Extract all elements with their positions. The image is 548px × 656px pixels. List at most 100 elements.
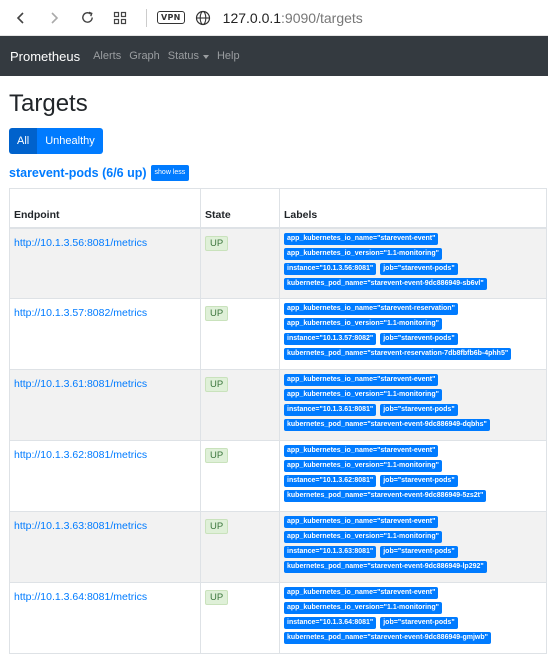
url-port: :9090 — [281, 9, 317, 26]
targets-table: Endpoint State Labels http://10.1.3.56:8… — [9, 188, 547, 654]
label-badge: app_kubernetes_io_name="starevent-reserv… — [284, 303, 458, 315]
endpoint-link[interactable]: http://10.1.3.63:8081/metrics — [14, 520, 147, 532]
nav-alerts[interactable]: Alerts — [93, 50, 121, 62]
col-state: State — [200, 188, 280, 229]
table-row: http://10.1.3.64:8081/metrics UP app_kub… — [9, 582, 547, 654]
targets-body: http://10.1.3.56:8081/metrics UP app_kub… — [9, 227, 547, 654]
state-badge: UP — [205, 377, 229, 392]
label-badge: instance="10.1.3.63:8081" — [284, 546, 377, 558]
top-navbar: Prometheus Alerts Graph Status Help — [0, 36, 548, 76]
endpoint-link[interactable]: http://10.1.3.61:8081/metrics — [14, 378, 147, 390]
label-badge: app_kubernetes_io_name="starevent-event" — [284, 232, 439, 245]
endpoint-cell: http://10.1.3.64:8081/metrics — [9, 582, 201, 654]
state-badge: UP — [205, 590, 229, 605]
toolbar-divider — [146, 8, 147, 27]
nav-help[interactable]: Help — [217, 50, 240, 62]
caret-down-icon — [202, 54, 209, 59]
state-badge: UP — [205, 306, 229, 321]
table-row: http://10.1.3.62:8081/metrics UP app_kub… — [9, 440, 547, 512]
reload-icon[interactable] — [76, 7, 98, 29]
endpoint-cell: http://10.1.3.57:8082/metrics — [9, 298, 201, 370]
label-badge: job="starevent-pods" — [380, 262, 458, 275]
label-badge: app_kubernetes_io_version="1.1-monitorin… — [284, 602, 442, 614]
label-badge: kubernetes_pod_name="starevent-event-9dc… — [284, 277, 487, 290]
forward-icon[interactable] — [43, 7, 65, 29]
label-badge: app_kubernetes_io_version="1.1-monitorin… — [284, 247, 442, 260]
apps-grid-icon[interactable] — [109, 7, 131, 29]
label-badge: instance="10.1.3.61:8081" — [284, 404, 377, 416]
main-content: Targets All Unhealthy starevent-pods (6/… — [0, 89, 548, 654]
label-badge: instance="10.1.3.57:8082" — [284, 333, 377, 345]
label-badge: app_kubernetes_io_version="1.1-monitorin… — [284, 531, 442, 543]
state-cell: UP — [200, 369, 280, 441]
pool-header: starevent-pods (6/6 up) show less — [9, 164, 539, 182]
label-badge: instance="10.1.3.56:8081" — [284, 262, 377, 275]
label-badge: job="starevent-pods" — [380, 617, 458, 629]
address-bar[interactable]: 127.0.0.1:9090/targets — [223, 10, 363, 26]
table-row: http://10.1.3.56:8081/metrics UP app_kub… — [9, 227, 547, 299]
label-badge: app_kubernetes_io_version="1.1-monitorin… — [284, 460, 442, 472]
url-path: /targets — [316, 9, 363, 26]
col-endpoint: Endpoint — [9, 188, 201, 229]
show-less-button[interactable]: show less — [150, 165, 190, 181]
nav-status-dropdown[interactable]: Status — [168, 50, 209, 62]
table-header-row: Endpoint State Labels — [9, 188, 547, 229]
label-badge: kubernetes_pod_name="starevent-event-9dc… — [284, 561, 487, 573]
nav-graph[interactable]: Graph — [129, 50, 160, 62]
label-badge: job="starevent-pods" — [380, 404, 458, 416]
label-badge: kubernetes_pod_name="starevent-event-9dc… — [284, 632, 491, 644]
label-badge: app_kubernetes_io_name="starevent-event" — [284, 587, 439, 599]
label-badge: instance="10.1.3.62:8081" — [284, 475, 377, 487]
table-row: http://10.1.3.61:8081/metrics UP app_kub… — [9, 369, 547, 441]
globe-icon[interactable] — [195, 10, 211, 26]
back-icon[interactable] — [10, 7, 32, 29]
page-title: Targets — [9, 90, 88, 117]
labels-cell: app_kubernetes_io_name="starevent-event"… — [279, 440, 547, 512]
url-host: 127.0.0.1 — [222, 9, 282, 26]
brand-link[interactable]: Prometheus — [10, 49, 80, 64]
labels-cell: app_kubernetes_io_name="starevent-event"… — [279, 369, 547, 441]
label-badge: kubernetes_pod_name="starevent-event-9dc… — [284, 419, 490, 431]
vpn-badge[interactable]: VPN — [157, 11, 185, 24]
state-badge: UP — [205, 519, 229, 534]
label-badge: app_kubernetes_io_name="starevent-event" — [284, 516, 439, 528]
labels-cell: app_kubernetes_io_name="starevent-event"… — [279, 227, 547, 299]
state-cell: UP — [200, 440, 280, 512]
label-badge: app_kubernetes_io_name="starevent-event" — [284, 374, 439, 386]
filter-group: All Unhealthy — [9, 128, 539, 154]
endpoint-link[interactable]: http://10.1.3.64:8081/metrics — [14, 591, 147, 603]
labels-cell: app_kubernetes_io_name="starevent-reserv… — [279, 298, 547, 370]
label-badge: instance="10.1.3.64:8081" — [284, 617, 377, 629]
endpoint-cell: http://10.1.3.56:8081/metrics — [9, 227, 201, 299]
state-cell: UP — [200, 227, 280, 299]
state-cell: UP — [200, 511, 280, 583]
label-badge: app_kubernetes_io_version="1.1-monitorin… — [284, 389, 442, 401]
label-badge: job="starevent-pods" — [380, 546, 458, 558]
label-badge: job="starevent-pods" — [380, 333, 458, 345]
state-badge: UP — [205, 448, 229, 463]
endpoint-cell: http://10.1.3.63:8081/metrics — [9, 511, 201, 583]
state-cell: UP — [200, 582, 280, 654]
table-row: http://10.1.3.63:8081/metrics UP app_kub… — [9, 511, 547, 583]
label-badge: kubernetes_pod_name="starevent-reservati… — [284, 348, 512, 360]
endpoint-cell: http://10.1.3.62:8081/metrics — [9, 440, 201, 512]
filter-all-button[interactable]: All — [9, 128, 38, 154]
label-badge: job="starevent-pods" — [380, 475, 458, 487]
endpoint-link[interactable]: http://10.1.3.56:8081/metrics — [14, 237, 147, 249]
endpoint-link[interactable]: http://10.1.3.57:8082/metrics — [14, 307, 147, 319]
state-cell: UP — [200, 298, 280, 370]
labels-cell: app_kubernetes_io_name="starevent-event"… — [279, 511, 547, 583]
col-labels: Labels — [279, 188, 547, 229]
table-row: http://10.1.3.57:8082/metrics UP app_kub… — [9, 298, 547, 370]
pool-title-link[interactable]: starevent-pods (6/6 up) — [9, 166, 147, 180]
endpoint-link[interactable]: http://10.1.3.62:8081/metrics — [14, 449, 147, 461]
label-badge: app_kubernetes_io_version="1.1-monitorin… — [284, 318, 442, 330]
browser-toolbar: VPN 127.0.0.1:9090/targets — [0, 0, 548, 36]
filter-unhealthy-button[interactable]: Unhealthy — [37, 128, 103, 154]
endpoint-cell: http://10.1.3.61:8081/metrics — [9, 369, 201, 441]
label-badge: kubernetes_pod_name="starevent-event-9dc… — [284, 490, 487, 502]
nav-status-label: Status — [167, 50, 199, 62]
label-badge: app_kubernetes_io_name="starevent-event" — [284, 445, 439, 457]
labels-cell: app_kubernetes_io_name="starevent-event"… — [279, 582, 547, 654]
state-badge: UP — [205, 235, 229, 251]
